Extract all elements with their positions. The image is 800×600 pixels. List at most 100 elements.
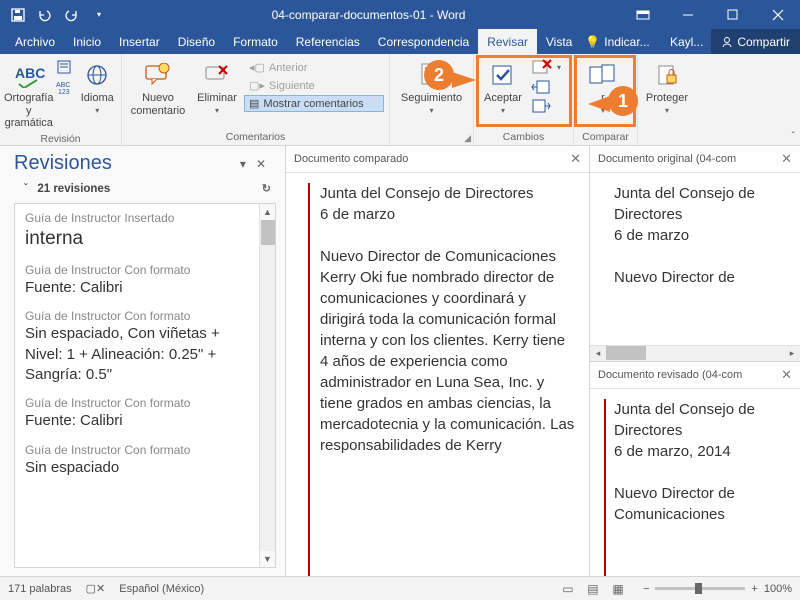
show-comments-button[interactable]: ▤Mostrar comentarios — [244, 95, 384, 112]
tab-revisar[interactable]: Revisar — [478, 29, 537, 54]
spelling-icon: ABC — [13, 59, 45, 91]
revision-item[interactable]: Guía de Instructor Con formato Sin espac… — [25, 308, 259, 385]
doc-text: Junta del Consejo de Directores — [614, 183, 792, 225]
minimize-button[interactable] — [665, 0, 710, 29]
revision-item[interactable]: Guía de Instructor Con formato Fuente: C… — [25, 395, 259, 431]
language-status[interactable]: Español (México) — [119, 583, 204, 595]
prev-icon: ◂▢ — [249, 61, 265, 74]
protect-button[interactable]: Proteger ▾ — [642, 57, 692, 115]
svg-text:ABC: ABC — [56, 82, 70, 89]
next-comment-button[interactable]: ▢▸ Siguiente — [244, 77, 384, 94]
tab-correspondencia[interactable]: Correspondencia — [369, 29, 478, 54]
revised-close-icon[interactable]: ✕ — [781, 367, 792, 383]
source-panes: Documento original (04-com ✕ Junta del C… — [590, 146, 800, 576]
tab-insertar[interactable]: Insertar — [110, 29, 169, 54]
revised-title: Documento revisado (04-com — [598, 369, 742, 381]
ribbon: ABC Ortografía y gramática ABC123 Idioma… — [0, 54, 800, 146]
tab-diseno[interactable]: Diseño — [169, 29, 224, 54]
zoom-out-button[interactable]: − — [643, 583, 649, 595]
new-comment-button[interactable]: Nuevo comentario — [126, 57, 190, 117]
window-controls — [620, 0, 800, 29]
spelling-button[interactable]: ABC Ortografía y gramática — [4, 57, 54, 130]
doc-text: 6 de marzo — [614, 225, 792, 246]
close-button[interactable] — [755, 0, 800, 29]
compared-document[interactable]: Junta del Consejo de Directores 6 de mar… — [286, 173, 589, 576]
tracking-label: Seguimiento — [401, 92, 462, 105]
redo-icon[interactable] — [60, 3, 84, 27]
doc-text: Nuevo Director de Comunicaciones — [320, 246, 575, 267]
delete-comment-button[interactable]: Eliminar ▾ — [192, 57, 242, 115]
language-button[interactable]: Idioma ▾ — [78, 57, 117, 115]
lock-icon — [651, 59, 683, 91]
undo-icon[interactable] — [33, 3, 57, 27]
callout-one: 1 — [608, 86, 638, 116]
revision-bar — [604, 399, 606, 577]
doc-text: 6 de marzo — [320, 204, 575, 225]
document-area: Documento comparado ✕ Junta del Consejo … — [286, 146, 800, 576]
compared-title-bar: Documento comparado ✕ — [286, 146, 589, 173]
proofing-icon[interactable]: ▢✕ — [86, 582, 106, 595]
tab-archivo[interactable]: Archivo — [6, 29, 64, 54]
revisions-count: 21 revisiones — [37, 183, 110, 195]
revision-item[interactable]: Guía de Instructor Insertado interna — [25, 210, 259, 252]
highlight-cambios — [476, 55, 572, 127]
next-icon: ▢▸ — [249, 79, 265, 92]
revisions-scrollbar[interactable]: ▲▼ — [259, 204, 275, 567]
original-close-icon[interactable]: ✕ — [781, 151, 792, 167]
doc-text: Junta del Consejo de Directores — [614, 399, 792, 441]
refresh-icon[interactable]: ↻ — [262, 182, 271, 195]
new-comment-icon — [142, 59, 174, 91]
group-label-revision: Revisión — [0, 133, 121, 147]
tab-inicio[interactable]: Inicio — [64, 29, 110, 54]
maximize-button[interactable] — [710, 0, 755, 29]
collapse-icon[interactable]: ˇ — [24, 183, 27, 194]
user-name[interactable]: Kayl... — [662, 35, 711, 49]
print-layout-icon[interactable]: ▤ — [582, 582, 604, 596]
collapse-ribbon-icon[interactable]: ˇ — [792, 131, 795, 142]
revisions-close-icon[interactable]: ✕ — [251, 157, 271, 171]
read-mode-icon[interactable]: ▭ — [557, 582, 579, 596]
revisions-pane: Revisiones ▾ ✕ ˇ 21 revisiones ↻ Guía de… — [0, 146, 286, 576]
tell-me[interactable]: 💡 Indicar... — [581, 35, 653, 49]
revision-body: Sin espaciado — [25, 458, 259, 478]
next-label: Siguiente — [269, 80, 315, 92]
tab-formato[interactable]: Formato — [224, 29, 287, 54]
original-hscroll[interactable]: ◂▸ — [590, 345, 800, 361]
thesaurus-icon[interactable] — [56, 59, 76, 77]
original-document[interactable]: Junta del Consejo de Directores 6 de mar… — [590, 173, 800, 345]
revisions-menu-icon[interactable]: ▾ — [235, 157, 251, 171]
revision-item[interactable]: Guía de Instructor Con formato Sin espac… — [25, 442, 259, 478]
group-label-comparar: Comparar — [574, 131, 637, 145]
ribbon-options-icon[interactable] — [620, 0, 665, 29]
callout-two: 2 — [424, 60, 454, 90]
doc-text: Kerry Oki fue nombrado director de comun… — [320, 267, 575, 456]
revised-title-bar: Documento revisado (04-com ✕ — [590, 362, 800, 389]
status-bar: 171 palabras ▢✕ Español (México) ▭ ▤ ▦ −… — [0, 576, 800, 600]
group-proteger: Proteger ▾ — [638, 54, 698, 145]
prev-comment-button[interactable]: ◂▢ Anterior — [244, 59, 384, 76]
word-count[interactable]: 171 palabras — [8, 583, 72, 595]
original-title-bar: Documento original (04-com ✕ — [590, 146, 800, 173]
doc-text: Nuevo Director de — [614, 267, 792, 288]
group-label-comentarios: Comentarios — [122, 131, 389, 145]
zoom-level[interactable]: 100% — [764, 583, 792, 595]
tab-referencias[interactable]: Referencias — [287, 29, 369, 54]
web-layout-icon[interactable]: ▦ — [607, 582, 629, 596]
share-button[interactable]: Compartir — [711, 29, 800, 54]
tab-vista[interactable]: Vista — [537, 29, 581, 54]
prev-label: Anterior — [269, 62, 308, 74]
revision-item[interactable]: Guía de Instructor Con formato Fuente: C… — [25, 262, 259, 298]
revision-body: interna — [25, 226, 259, 252]
zoom-in-button[interactable]: + — [751, 583, 757, 595]
workspace: Revisiones ▾ ✕ ˇ 21 revisiones ↻ Guía de… — [0, 146, 800, 576]
compared-pane: Documento comparado ✕ Junta del Consejo … — [286, 146, 590, 576]
compared-close-icon[interactable]: ✕ — [570, 151, 581, 167]
revisions-title: Revisiones — [14, 152, 235, 175]
qat-customize-icon[interactable]: ▾ — [87, 3, 111, 27]
revisions-list: Guía de Instructor Insertado interna Guí… — [14, 203, 276, 568]
revised-document[interactable]: Junta del Consejo de Directores 6 de mar… — [590, 389, 800, 577]
save-icon[interactable] — [6, 3, 30, 27]
dialog-launcher-tracking-icon[interactable]: ◢ — [464, 133, 471, 144]
zoom-slider[interactable] — [655, 587, 745, 590]
wordcount-icon[interactable]: ABC123 — [56, 79, 76, 97]
